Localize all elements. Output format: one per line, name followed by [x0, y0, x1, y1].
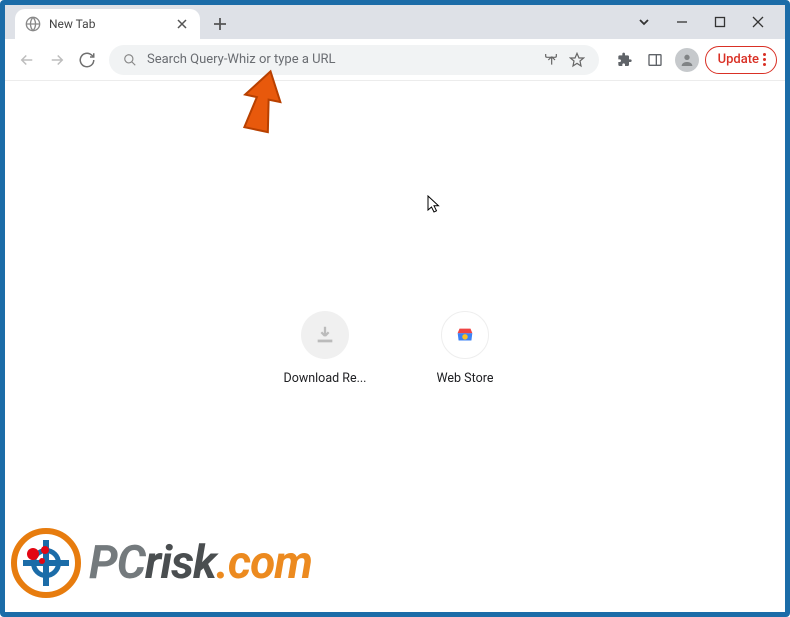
bookmark-icon[interactable]	[569, 52, 585, 68]
new-tab-content: Download Re... Web Store	[5, 81, 785, 612]
toolbar: Search Query-Whiz or type a URL Update	[5, 39, 785, 81]
shortcut-label: Web Store	[437, 371, 494, 386]
search-icon	[123, 53, 137, 67]
minimize-button[interactable]	[663, 5, 701, 39]
download-icon	[301, 311, 349, 359]
share-icon[interactable]	[543, 52, 559, 68]
side-panel-button[interactable]	[641, 46, 669, 74]
extensions-button[interactable]	[611, 46, 639, 74]
close-tab-button[interactable]	[174, 16, 190, 32]
shortcut-label: Download Re...	[284, 371, 367, 386]
tabs-dropdown-button[interactable]	[625, 5, 663, 39]
omnibox-placeholder: Search Query-Whiz or type a URL	[147, 52, 533, 67]
close-window-button[interactable]	[739, 5, 777, 39]
address-bar[interactable]: Search Query-Whiz or type a URL	[109, 45, 599, 75]
reload-button[interactable]	[73, 46, 101, 74]
update-button[interactable]: Update	[705, 46, 777, 74]
back-button[interactable]	[13, 46, 41, 74]
browser-tab[interactable]: New Tab	[15, 9, 200, 39]
window-controls	[625, 5, 785, 39]
profile-button[interactable]	[675, 48, 699, 72]
shortcuts-row: Download Re... Web Store	[275, 311, 515, 386]
menu-dots-icon	[763, 53, 766, 66]
tab-label: New Tab	[49, 17, 174, 31]
update-label: Update	[718, 52, 759, 67]
shortcut-download[interactable]: Download Re...	[275, 311, 375, 386]
forward-button[interactable]	[43, 46, 71, 74]
maximize-button[interactable]	[701, 5, 739, 39]
globe-icon	[25, 16, 41, 32]
titlebar: New Tab	[5, 5, 785, 39]
webstore-icon	[441, 311, 489, 359]
shortcut-webstore[interactable]: Web Store	[415, 311, 515, 386]
new-tab-button[interactable]	[206, 10, 234, 38]
